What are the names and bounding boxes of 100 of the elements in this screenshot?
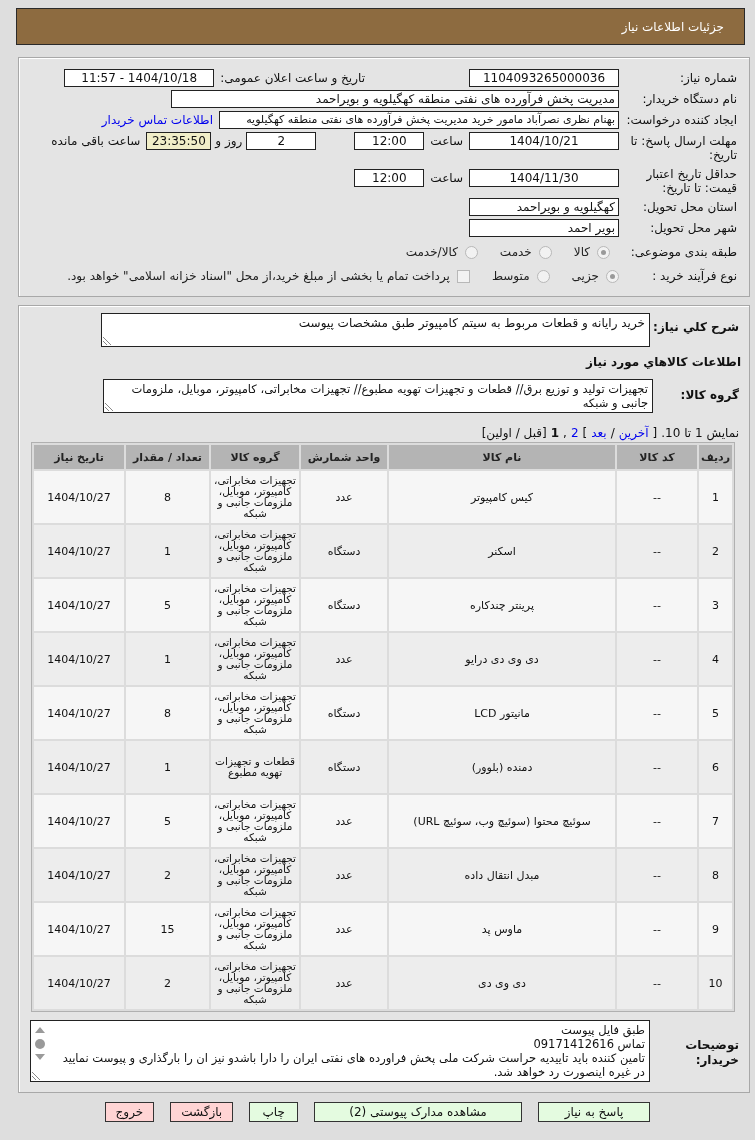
checkbox-label: پرداخت تمام یا بخشی از مبلغ خرید،از محل "اسناد خزانه اسلامی" خواهد بود. [67,269,450,283]
quantity-cell: 8 [126,687,209,739]
field-label: گروه کالا: [679,387,740,403]
back-button[interactable]: بازگشت [170,1102,234,1122]
quantity-cell: 1 [126,741,209,793]
buyer-organization-field[interactable]: مدیریت پخش فرآورده های نفتی منطقه کهگیلویه و بویراحمد [171,90,619,108]
field-label: نوع فرآیند خرید : [651,267,738,283]
time-label: ساعت [430,133,463,150]
item-group-cell: تجهیزات مخابراتی، کامپیوتر، موبایل، ملزومات جانبی و شبکه [211,687,299,739]
page-link[interactable]: 2 [570,425,579,441]
goods-group-field[interactable]: تجهیزات تولید و توزیع برق// قطعات و تجهیزات تهویه مطبوع// تجهیزات مخابراتی، کامپیوتر، موبایل، ملزومات جانبی و شبکه [103,379,653,413]
option-label: متوسط [491,269,530,283]
pagination-text: / [610,425,615,441]
page-link[interactable]: آخرین [618,425,649,441]
item-code-cell: -- [617,525,697,577]
description-field[interactable]: خرید رایانه و قطعات مربوط به سیتم کامپیوتر طبق مشخصات پیوست [101,313,650,347]
item-name-cell: دی وی دی درایو [389,633,615,685]
radio-button[interactable] [597,245,610,259]
radio-button[interactable] [464,245,478,259]
item-name-cell: مبدل انتقال داده [389,849,615,901]
item-code-cell: -- [617,741,697,793]
item-name-cell: مانیتور LCD [389,687,615,739]
buyer-contact-link[interactable]: اطلاعات تماس خریدار [101,111,213,129]
row-number-cell: 7 [699,795,732,847]
pagination-text: [قبل / اولین] [481,425,547,441]
exit-button[interactable]: خروج [104,1102,155,1122]
unit-cell: دستگاه [301,741,387,793]
quantity-cell: 2 [126,849,209,901]
need-date-cell: 1404/10/27 [34,579,124,631]
item-code-cell: -- [617,957,697,1009]
requester-field[interactable]: بهنام نظری نصرآباد مامور خرید مدیریت پخش فرآورده های نفتی منطقه کهگیلویه [219,111,619,129]
column-header: تعداد / مقدار [126,445,209,469]
quantity-cell: 5 [126,795,209,847]
need-date-cell: 1404/10/27 [34,633,124,685]
radio-button[interactable] [536,269,550,283]
need-date-cell: 1404/10/27 [34,471,124,523]
item-name-cell: پرینتر چندکاره [389,579,615,631]
unit-cell: عدد [301,957,387,1009]
need-number-field[interactable]: 1104093265000036 [469,69,619,87]
item-name-cell: دمنده (بلوور) [389,741,615,793]
unit-cell: دستگاه [301,579,387,631]
scroll-up-icon[interactable] [35,1027,45,1033]
item-code-cell: -- [617,687,697,739]
column-header: نام کالا [389,445,615,469]
province-field[interactable]: کهگیلویه و بویراحمد [469,198,619,216]
deadline-time-field[interactable]: 12:00 [354,132,425,150]
quantity-cell: 1 [126,633,209,685]
unit-cell: عدد [301,633,387,685]
days-remaining-field[interactable]: 2 [246,132,317,150]
print-button[interactable]: چاپ [249,1102,299,1122]
city-field[interactable]: بویر احمد [469,219,619,237]
field-label: شرح كلي نياز: [652,319,740,335]
need-date-cell: 1404/10/27 [34,687,124,739]
reply-button[interactable]: پاسخ به نیاز [537,1102,651,1122]
resize-grip-icon[interactable] [103,337,111,345]
radio-button[interactable] [606,269,619,283]
page-link[interactable]: بعد [591,425,607,441]
deadline-date-field[interactable]: 1404/10/21 [469,132,619,150]
scroll-down-icon[interactable] [35,1054,45,1060]
resize-grip-icon[interactable] [32,1072,40,1080]
item-name-cell: اسکنر [389,525,615,577]
row-number-cell: 6 [699,741,732,793]
unit-cell: عدد [301,849,387,901]
view-attachments-button[interactable]: مشاهده مدارک پیوستی (2) [314,1102,522,1122]
buyer-notes-field[interactable]: طبق فایل پیوست تماس 09171412616 تامین کننده باید تاییدیه حراست شرکت ملی پخش فراورده های نفتی ایران را دارا باشدو نیز ان را بارگذاری و پیوست نمایید در غیره اینصورت رد خواهد شد. [30,1020,650,1082]
time-remaining-field[interactable]: 23:35:50 [146,132,212,150]
days-label: روز و [215,133,243,150]
field-label: ایجاد کننده درخواست: [625,112,738,127]
quantity-cell: 5 [126,579,209,631]
current-page: 1 [550,425,560,441]
row-number-cell: 1 [699,471,732,523]
column-header: ردیف [699,445,732,469]
item-code-cell: -- [617,903,697,955]
page-title: جزئیات اطلاعات نیاز [621,19,724,34]
scroll-thumb-icon[interactable] [35,1039,45,1049]
field-label: تاریخ و ساعت اعلان عمومی: [220,70,365,87]
pagination-text: نمایش 1 تا 10. [661,425,739,441]
field-label: استان محل تحویل: [641,199,738,214]
row-number-cell: 5 [699,687,732,739]
field-label: نام دستگاه خریدار: [641,91,738,106]
validity-time-field[interactable]: 12:00 [354,169,425,187]
column-header: گروه کالا [211,445,299,469]
column-header: کد کالا [617,445,697,469]
item-name-cell: ماوس پد [389,903,615,955]
column-header: تاریخ نیاز [34,445,124,469]
item-group-cell: قطعات و تجهیزات تهویه مطبوع [211,741,299,793]
item-group-cell: تجهیزات مخابراتی، کامپیوتر، موبایل، ملزومات جانبی و شبکه [211,903,299,955]
option-label: کالا [573,245,590,259]
field-label: شماره نیاز: [679,70,738,85]
announce-date-field[interactable]: 1404/10/18 - 11:57 [64,69,215,87]
unit-cell: عدد [301,795,387,847]
resize-grip-icon[interactable] [105,403,113,411]
unit-cell: عدد [301,471,387,523]
radio-button[interactable] [538,245,552,259]
need-date-cell: 1404/10/27 [34,795,124,847]
unit-cell: دستگاه [301,687,387,739]
row-number-cell: 4 [699,633,732,685]
checkbox[interactable] [456,269,470,283]
need-date-cell: 1404/10/27 [34,525,124,577]
validity-date-field[interactable]: 1404/11/30 [469,169,619,187]
